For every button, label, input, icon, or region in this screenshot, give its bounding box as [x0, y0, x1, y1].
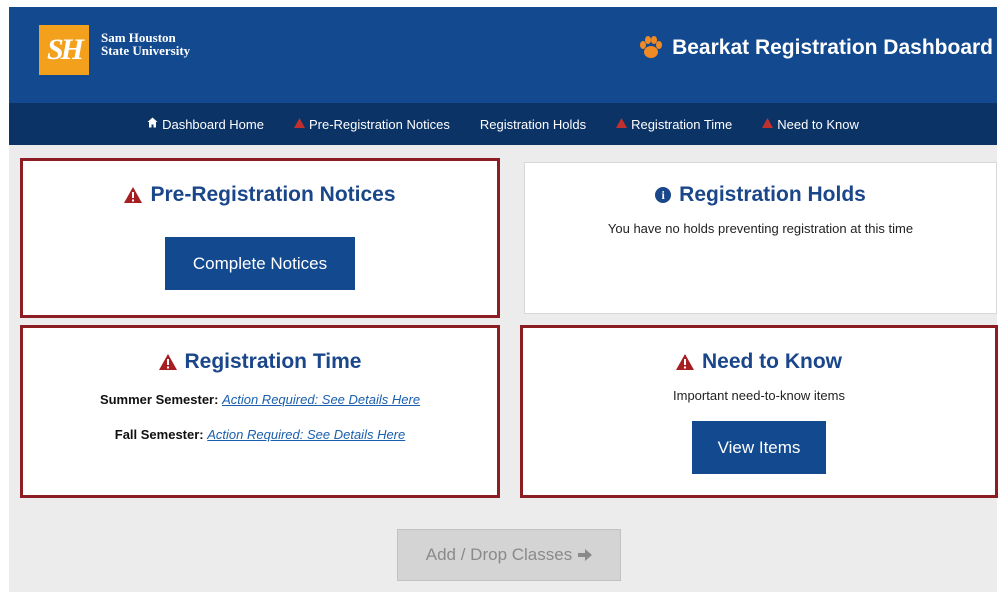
need-to-know-message: Important need-to-know items: [673, 388, 845, 403]
card-title: Registration Time: [23, 350, 497, 374]
card-title-text: Registration Time: [184, 350, 362, 373]
paw-icon: [640, 36, 663, 58]
nav-item-dashboard-home[interactable]: Dashboard Home: [147, 117, 264, 132]
warning-icon: [762, 117, 774, 131]
warning-icon: [616, 117, 628, 131]
nav-bar: Dashboard Home Pre-Registration Notices …: [9, 103, 997, 145]
dashboard-title-text: Bearkat Registration Dashboard: [672, 36, 993, 59]
nav-item-need-to-know[interactable]: Need to Know: [762, 117, 859, 132]
warning-icon: [293, 117, 305, 131]
warning-icon: [676, 354, 694, 370]
complete-notices-button[interactable]: Complete Notices: [165, 237, 355, 290]
registration-time-card: Registration Time Summer Semester: Actio…: [20, 325, 500, 498]
dashboard-frame: SH Sam Houston State University Bearkat …: [9, 7, 998, 592]
nav-item-label: Dashboard Home: [162, 116, 264, 132]
nav-item-pre-registration-notices[interactable]: Pre-Registration Notices: [293, 116, 450, 132]
nav-item-label: Registration Holds: [479, 116, 587, 132]
card-title: Need to Know: [523, 350, 995, 374]
semester-label: Summer Semester:: [99, 392, 219, 407]
card-title-text: Pre-Registration Notices: [150, 183, 396, 206]
arrow-right-icon: [578, 549, 593, 561]
fall-semester-row: Fall Semester: Action Required: See Deta…: [23, 427, 497, 442]
card-title-text: Registration Holds: [679, 183, 866, 206]
header: SH Sam Houston State University Bearkat …: [9, 7, 997, 103]
nav-item-label: Pre-Registration Notices: [308, 116, 450, 132]
add-drop-classes-button[interactable]: Add / Drop Classes: [397, 529, 621, 581]
summer-details-link[interactable]: Action Required: See Details Here: [222, 392, 420, 407]
home-icon: [147, 117, 158, 131]
card-title: Pre-Registration Notices: [23, 183, 497, 207]
view-items-button[interactable]: View Items: [692, 421, 826, 474]
need-to-know-card: Need to Know Important need-to-know item…: [520, 325, 998, 498]
dashboard-title: Bearkat Registration Dashboard: [638, 33, 993, 63]
card-title-text: Need to Know: [702, 350, 842, 373]
nav-item-label: Need to Know: [777, 116, 859, 132]
university-logo[interactable]: SH: [39, 25, 89, 75]
card-title: i Registration Holds: [525, 183, 996, 207]
holds-message: You have no holds preventing registratio…: [607, 221, 914, 236]
nav-item-registration-holds[interactable]: Registration Holds: [480, 117, 586, 132]
warning-icon: [158, 354, 177, 370]
semester-label: Fall Semester:: [114, 427, 204, 442]
registration-holds-card: i Registration Holds You have no holds p…: [524, 162, 997, 314]
warning-icon: [124, 187, 143, 203]
summer-semester-row: Summer Semester: Action Required: See De…: [23, 392, 497, 407]
fall-details-link[interactable]: Action Required: See Details Here: [207, 427, 405, 442]
info-icon: i: [655, 187, 672, 203]
pre-registration-notices-card: Pre-Registration Notices Complete Notice…: [20, 158, 500, 318]
add-drop-label: Add / Drop Classes: [425, 545, 573, 564]
nav-item-label: Registration Time: [631, 116, 733, 132]
university-name: Sam Houston State University: [101, 31, 190, 57]
nav-item-registration-time[interactable]: Registration Time: [616, 117, 732, 132]
university-name-line2: State University: [101, 43, 191, 58]
